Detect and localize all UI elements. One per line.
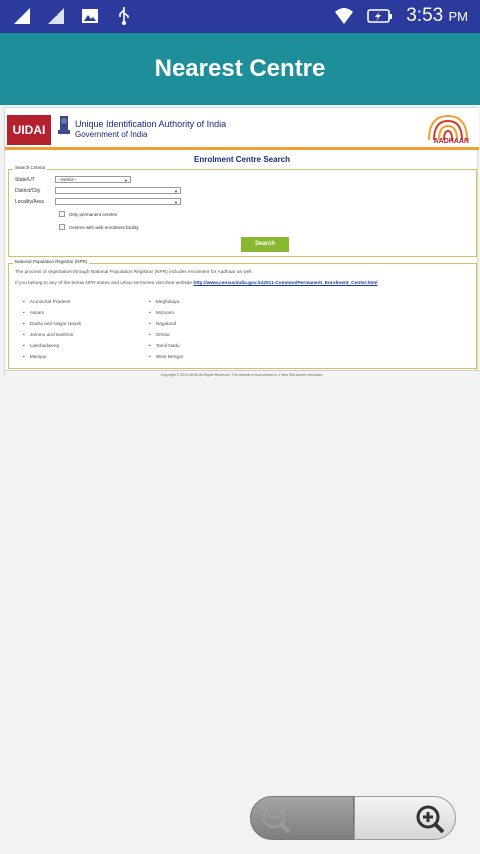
authority-name: Unique Identification Authority of India [75, 119, 227, 129]
embedded-webpage[interactable]: UIDAI Unique Identification Authority of… [4, 107, 479, 378]
zoom-controls [250, 796, 456, 840]
zoom-out-icon [262, 805, 291, 834]
chevron-down-icon: ▼ [124, 178, 128, 183]
census-link[interactable]: http://www.censusindia.gov.in/2011-Commo… [193, 281, 377, 286]
list-item: Tamil Nadu [149, 341, 183, 352]
list-item: Meghalaya [149, 297, 183, 308]
image-icon [82, 9, 98, 23]
wifi-icon [335, 8, 354, 24]
government-name: Government of India [75, 130, 148, 139]
zoom-in-button[interactable] [354, 796, 456, 840]
permanent-centres-checkbox[interactable] [59, 211, 65, 217]
npr-states-column-2: Meghalaya Mizoram Nagaland Orissa Tamil … [149, 297, 183, 363]
npr-visit-text: If you belong to any of the below NPR st… [15, 281, 378, 286]
district-select[interactable]: ▼ [55, 187, 181, 194]
state-label: State/UT [15, 177, 35, 183]
chevron-down-icon: ▼ [174, 200, 178, 205]
signal-r-icon: R [48, 8, 64, 24]
emblem-icon [58, 116, 70, 134]
zoom-out-button[interactable] [250, 796, 354, 840]
locality-select[interactable]: ▼ [55, 198, 181, 205]
status-bar: R 3:53 PM [0, 0, 480, 33]
list-item: Jammu and Kashmir [23, 330, 81, 341]
list-item: Arunachal Pradesh [23, 297, 81, 308]
aadhaar-label: AADHAAR [433, 138, 469, 145]
list-item: Mizoram [149, 308, 183, 319]
npr-panel: National Population Registrar (NPR) The … [8, 259, 477, 369]
web-enrolment-checkbox[interactable] [59, 224, 65, 230]
list-item: Nagaland [149, 319, 183, 330]
site-footer: Copyright © 2010 UIDAI All Rights Reserv… [5, 370, 479, 378]
usb-icon [119, 7, 129, 25]
web-enrolment-option[interactable]: Centres with web enrolment facility [59, 224, 139, 230]
battery-icon [367, 9, 393, 23]
zoom-in-icon [416, 805, 445, 834]
npr-legend: National Population Registrar (NPR) [13, 259, 90, 264]
uidai-logo: UIDAI [7, 115, 51, 145]
search-criteria-panel: Search Criteria State/UT --Select-- ▼ Di… [8, 165, 477, 257]
list-item: Dadra and Nagar Haveli [23, 319, 81, 330]
state-select[interactable]: --Select-- ▼ [55, 176, 131, 183]
list-item: Manipur [23, 352, 81, 363]
search-criteria-legend: Search Criteria [13, 165, 48, 170]
permanent-centres-option[interactable]: Only permanent centres [59, 211, 117, 217]
section-title: Enrolment Centre Search [193, 155, 291, 164]
list-item: Lakshadweep [23, 341, 81, 352]
app-bar: Nearest Centre [0, 33, 480, 105]
signal-icon [14, 8, 30, 24]
status-time: 3:53 PM [406, 5, 468, 26]
site-header: UIDAI Unique Identification Authority of… [5, 108, 479, 150]
chevron-down-icon: ▼ [174, 189, 178, 194]
npr-states-column-1: Arunachal Pradesh Assam Dadra and Nagar … [23, 297, 81, 363]
list-item: Assam [23, 308, 81, 319]
locality-label: Locality/Area [15, 199, 44, 205]
npr-description: The process of registration through Nati… [15, 270, 253, 275]
page-title: Nearest Centre [154, 55, 326, 82]
list-item: West Bengal [149, 352, 183, 363]
svg-text:R: R [52, 9, 58, 18]
list-item: Orissa [149, 330, 183, 341]
search-button[interactable]: Search [241, 237, 289, 252]
district-label: District/City [15, 188, 41, 194]
